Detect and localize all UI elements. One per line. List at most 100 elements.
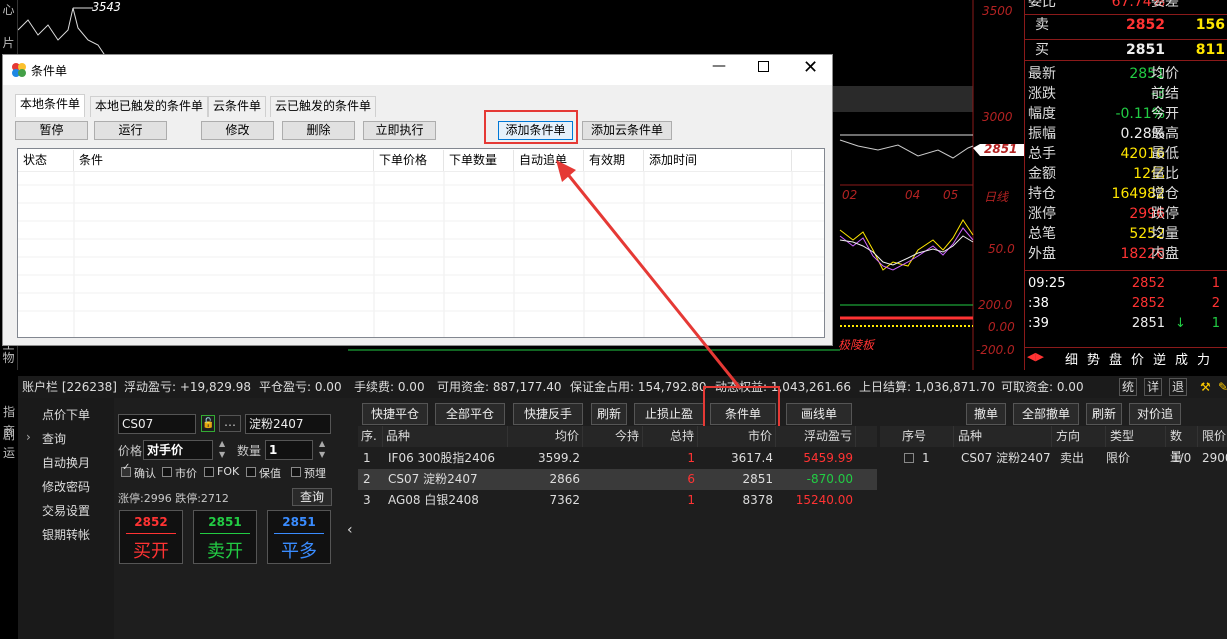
table-row[interactable]: 1 IF06 300股指2406 3599.2 1 3617.4 5459.99	[358, 448, 877, 469]
query-button[interactable]: 查询	[292, 488, 332, 506]
col-header[interactable]: 均价	[508, 426, 583, 447]
col-header[interactable]: 自动追单	[514, 150, 584, 171]
nav-item[interactable]: 交易设置	[42, 502, 90, 519]
order-big-button[interactable]: 2852 买开	[119, 510, 183, 564]
nav-item[interactable]: 银期转帐	[42, 526, 90, 543]
sell-row[interactable]: 卖 2852 156	[1025, 14, 1227, 36]
tab-local-triggered[interactable]: 本地已触发的条件单	[90, 96, 209, 117]
tab-local-conditions[interactable]: 本地条件单	[15, 94, 86, 117]
detail-icon[interactable]: 详	[1144, 378, 1163, 396]
add-cloud-condition-button[interactable]: 添加云条件单	[582, 121, 672, 140]
checkbox[interactable]	[246, 467, 256, 477]
quote-tab[interactable]: 价	[1131, 349, 1144, 368]
tab-cloud-conditions[interactable]: 云条件单	[208, 96, 267, 117]
order-tool-button[interactable]: 对价追	[1129, 403, 1181, 425]
col-header[interactable]: 下单价格	[374, 150, 444, 171]
order-tool-button[interactable]: 刷新	[1086, 403, 1122, 425]
col-header[interactable]: 市价	[698, 426, 776, 447]
symbol-name: 淀粉2407	[245, 414, 331, 434]
col-header[interactable]: 下单数量	[444, 150, 514, 171]
col-header[interactable]: 序号	[898, 426, 954, 447]
col-header[interactable]: 总持	[643, 426, 698, 447]
quote-row: 总手 42016 最低	[1025, 144, 1227, 164]
table-row[interactable]: 1 CS07 淀粉2407 卖出 限价 1/0 2900	[880, 448, 1227, 469]
delete-button[interactable]: 删除	[282, 121, 355, 140]
qty-down-icon[interactable]: ▼	[319, 450, 325, 459]
col-header[interactable]: 品种	[383, 426, 508, 447]
pos-tool-button[interactable]: 画线单	[786, 403, 852, 425]
col-header[interactable]: 条件	[74, 150, 374, 171]
lock-icon[interactable]: 🔓	[201, 415, 215, 432]
col-header[interactable]: 限价	[1198, 426, 1227, 447]
col-header[interactable]: 序.	[358, 426, 383, 447]
pin-icon[interactable]: ✎	[1218, 376, 1227, 398]
nav-item[interactable]: 点价下单	[42, 406, 90, 423]
tools-icon[interactable]: ⚒	[1200, 376, 1211, 398]
close-icon[interactable]: ✕	[803, 57, 818, 78]
strip-char: 物	[2, 351, 15, 365]
price-down-icon[interactable]: ▼	[219, 450, 225, 459]
col-header[interactable]: 类型	[1106, 426, 1166, 447]
minimize-icon[interactable]: —	[712, 58, 726, 74]
tick-row: :39 2851 ↓ 1	[1025, 314, 1227, 334]
table-row[interactable]: 2 CS07 淀粉2407 2866 6 2851 -870.00	[358, 469, 877, 490]
qty-up-icon[interactable]: ▲	[319, 439, 325, 448]
condition-table[interactable]: 状态 条件 下单价格 下单数量 自动追单 有效期 添加时间	[17, 148, 825, 338]
col-header[interactable]: 方向	[1052, 426, 1106, 447]
pause-button[interactable]: 暂停	[15, 121, 88, 140]
tab-arrow-icon[interactable]: ◀▶	[1027, 350, 1044, 363]
col-header[interactable]: 浮动盈亏	[776, 426, 856, 447]
qty-input[interactable]: 1	[265, 440, 313, 460]
exit-icon[interactable]: 退	[1169, 378, 1188, 396]
row-pnl: 15240.00	[795, 493, 853, 507]
nav-item[interactable]: 自动换月	[42, 454, 90, 471]
quote-tab[interactable]: 细	[1065, 349, 1078, 368]
checkbox[interactable]	[162, 467, 172, 477]
tab-cloud-triggered[interactable]: 云已触发的条件单	[270, 96, 377, 117]
pos-tool-button[interactable]: 全部平仓	[435, 403, 505, 425]
nav-item[interactable]: 查询	[42, 430, 66, 447]
symbol-input[interactable]: CS07	[118, 414, 196, 434]
available-funds: 可用资金: 887,177.40	[437, 380, 562, 394]
pos-tool-button[interactable]: 快捷反手	[513, 403, 583, 425]
order-tool-button[interactable]: 全部撤单	[1013, 403, 1079, 425]
dialog-titlebar[interactable]: 条件单 — ✕	[3, 55, 832, 85]
quote-label: 最低	[1151, 146, 1179, 162]
order-tool-button[interactable]: 撤单	[966, 403, 1006, 425]
modify-button[interactable]: 修改	[201, 121, 274, 140]
col-header[interactable]: 数量	[1166, 426, 1198, 464]
price-select[interactable]: 对手价	[143, 440, 213, 460]
pos-tool-button[interactable]: 快捷平仓	[362, 403, 428, 425]
quote-tab[interactable]: 势	[1087, 349, 1100, 368]
col-header[interactable]: 有效期	[584, 150, 644, 171]
quote-row: 涨跌 -3 前结	[1025, 84, 1227, 104]
quote-tab[interactable]: 成	[1175, 349, 1188, 368]
quote-label: 今开	[1151, 106, 1179, 122]
col-header[interactable]: 状态	[18, 150, 74, 171]
execute-now-button[interactable]: 立即执行	[363, 121, 436, 140]
buy-row[interactable]: 买 2851 811	[1025, 39, 1227, 61]
stats-icon[interactable]: 统	[1119, 378, 1138, 396]
col-header[interactable]: 添加时间	[644, 150, 792, 171]
price-up-icon[interactable]: ▲	[219, 439, 225, 448]
quote-tab[interactable]: 力	[1197, 349, 1210, 368]
row-checkbox[interactable]	[904, 453, 914, 463]
checkbox-label: 预埋	[304, 467, 326, 480]
checkbox[interactable]	[204, 467, 214, 477]
more-icon[interactable]: …	[219, 415, 241, 432]
col-header[interactable]: 品种	[954, 426, 1052, 447]
collapse-icon[interactable]: ‹	[347, 522, 353, 538]
quote-tab[interactable]: 盘	[1109, 349, 1122, 368]
table-row[interactable]: 3 AG08 白银2408 7362 1 8378 15240.00	[358, 490, 877, 511]
nav-item[interactable]: 修改密码	[42, 478, 90, 495]
pos-tool-button[interactable]: 刷新	[591, 403, 627, 425]
maximize-icon[interactable]	[758, 61, 769, 72]
row-pnl: 5459.99	[803, 451, 853, 465]
order-big-button[interactable]: 2851 平多	[267, 510, 331, 564]
pos-tool-button[interactable]: 止损止盈	[634, 403, 704, 425]
order-big-button[interactable]: 2851 卖开	[193, 510, 257, 564]
run-button[interactable]: 运行	[94, 121, 167, 140]
checkbox[interactable]	[291, 467, 301, 477]
quote-tab[interactable]: 逆	[1153, 349, 1166, 368]
col-header[interactable]: 今持	[583, 426, 643, 447]
